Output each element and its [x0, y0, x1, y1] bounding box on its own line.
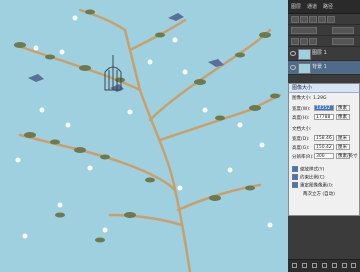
pixel-height-unit[interactable]: 像素 — [336, 114, 350, 120]
filter-shape-icon[interactable] — [327, 16, 335, 23]
resolution-input[interactable]: 300 — [314, 153, 334, 159]
filter-kind-dropdown[interactable] — [291, 16, 299, 23]
tab-paths[interactable]: 路径 — [323, 2, 333, 12]
image-size-dialog: 图像大小 图像大小: 1.29G 宽度(W): 14252 像素 高度(H): 177… — [288, 83, 360, 216]
scale-styles-option[interactable]: 缩放样式(Y) — [292, 166, 324, 173]
lock-position-icon[interactable] — [300, 38, 308, 45]
visibility-eye-icon[interactable] — [290, 51, 296, 56]
layer-thumbnail — [298, 49, 311, 60]
resample-option[interactable]: 重定图像像素(I): — [292, 182, 333, 189]
tab-channels[interactable]: 通道 — [307, 2, 317, 12]
chinoiserie-artwork — [13, 8, 282, 272]
new-group-icon[interactable] — [332, 263, 337, 268]
trash-icon[interactable] — [351, 263, 356, 268]
doc-width-row: 宽度(D): 158.46 厘米 — [292, 135, 350, 142]
blend-mode-select[interactable] — [291, 27, 317, 34]
pixel-width-row: 宽度(W): 14252 像素 — [292, 105, 350, 112]
blend-mode-row — [288, 25, 360, 36]
resolution-label: 分辨率(R): — [292, 154, 314, 160]
layer-name: 背景 1 — [312, 64, 327, 70]
pixel-width-label: 宽度(W): — [292, 106, 311, 112]
layer-row-2[interactable]: 背景 1 — [288, 61, 360, 75]
resample-method-select[interactable]: 两次立方 (自动) — [303, 191, 335, 197]
doc-height-unit[interactable]: 厘米 — [336, 144, 350, 150]
filter-image-icon[interactable] — [300, 16, 308, 23]
scale-styles-label: 缩放样式(Y) — [300, 167, 325, 173]
resample-checkbox[interactable] — [292, 182, 298, 188]
constrain-checkbox[interactable] — [292, 174, 298, 180]
doc-size-heading: 文档大小: — [292, 127, 312, 132]
opacity-field[interactable] — [332, 27, 354, 34]
link-layers-icon[interactable] — [292, 263, 297, 268]
add-style-icon[interactable] — [302, 263, 307, 268]
filter-adjustment-icon[interactable] — [309, 16, 317, 23]
doc-width-label: 宽度(D): — [292, 136, 310, 142]
resolution-unit[interactable]: 像素/英寸 — [336, 153, 358, 159]
panel-tabbar: 图层 通道 路径 — [288, 0, 360, 14]
add-mask-icon[interactable] — [312, 263, 317, 268]
layer-name: 图层 1 — [312, 50, 327, 56]
document-canvas[interactable] — [0, 0, 288, 272]
fill-field[interactable] — [332, 38, 354, 45]
pixel-height-input[interactable]: 17788 — [314, 114, 334, 120]
visibility-eye-icon[interactable] — [290, 65, 296, 70]
resolution-row: 分辨率(R): 300 像素/英寸 — [292, 153, 358, 160]
pixel-width-unit[interactable]: 像素 — [336, 105, 350, 111]
image-size-readout: 图像大小: 1.29G — [292, 96, 327, 101]
lock-pixels-icon[interactable] — [291, 38, 299, 45]
dialog-title: 图像大小 — [289, 84, 359, 93]
layer-row-1[interactable]: 图层 1 — [288, 47, 360, 61]
pixel-height-row: 高度(H): 17788 像素 — [292, 114, 350, 121]
filter-type-icon[interactable] — [318, 16, 326, 23]
new-adjustment-icon[interactable] — [322, 263, 327, 268]
scale-styles-checkbox[interactable] — [292, 166, 298, 172]
doc-width-unit[interactable]: 厘米 — [336, 135, 350, 141]
doc-height-label: 高度(G): — [292, 145, 310, 151]
pixel-width-input[interactable]: 14252 — [314, 105, 334, 111]
tab-layers[interactable]: 图层 — [291, 2, 301, 12]
pixel-height-label: 高度(H): — [292, 115, 310, 121]
lock-all-icon[interactable] — [309, 38, 317, 45]
doc-width-input[interactable]: 158.46 — [314, 135, 334, 141]
new-layer-icon[interactable] — [342, 263, 347, 268]
lock-row — [288, 36, 360, 47]
layer-filter-row — [288, 14, 360, 25]
doc-height-row: 高度(G): 150.42 厘米 — [292, 144, 350, 151]
resample-label: 重定图像像素(I): — [300, 183, 334, 189]
doc-height-input[interactable]: 150.42 — [314, 144, 334, 150]
constrain-label: 约束比例(C) — [300, 175, 325, 181]
constrain-option[interactable]: 约束比例(C) — [292, 174, 325, 181]
layers-bottom-bar — [288, 259, 360, 272]
layer-thumbnail — [298, 63, 311, 74]
